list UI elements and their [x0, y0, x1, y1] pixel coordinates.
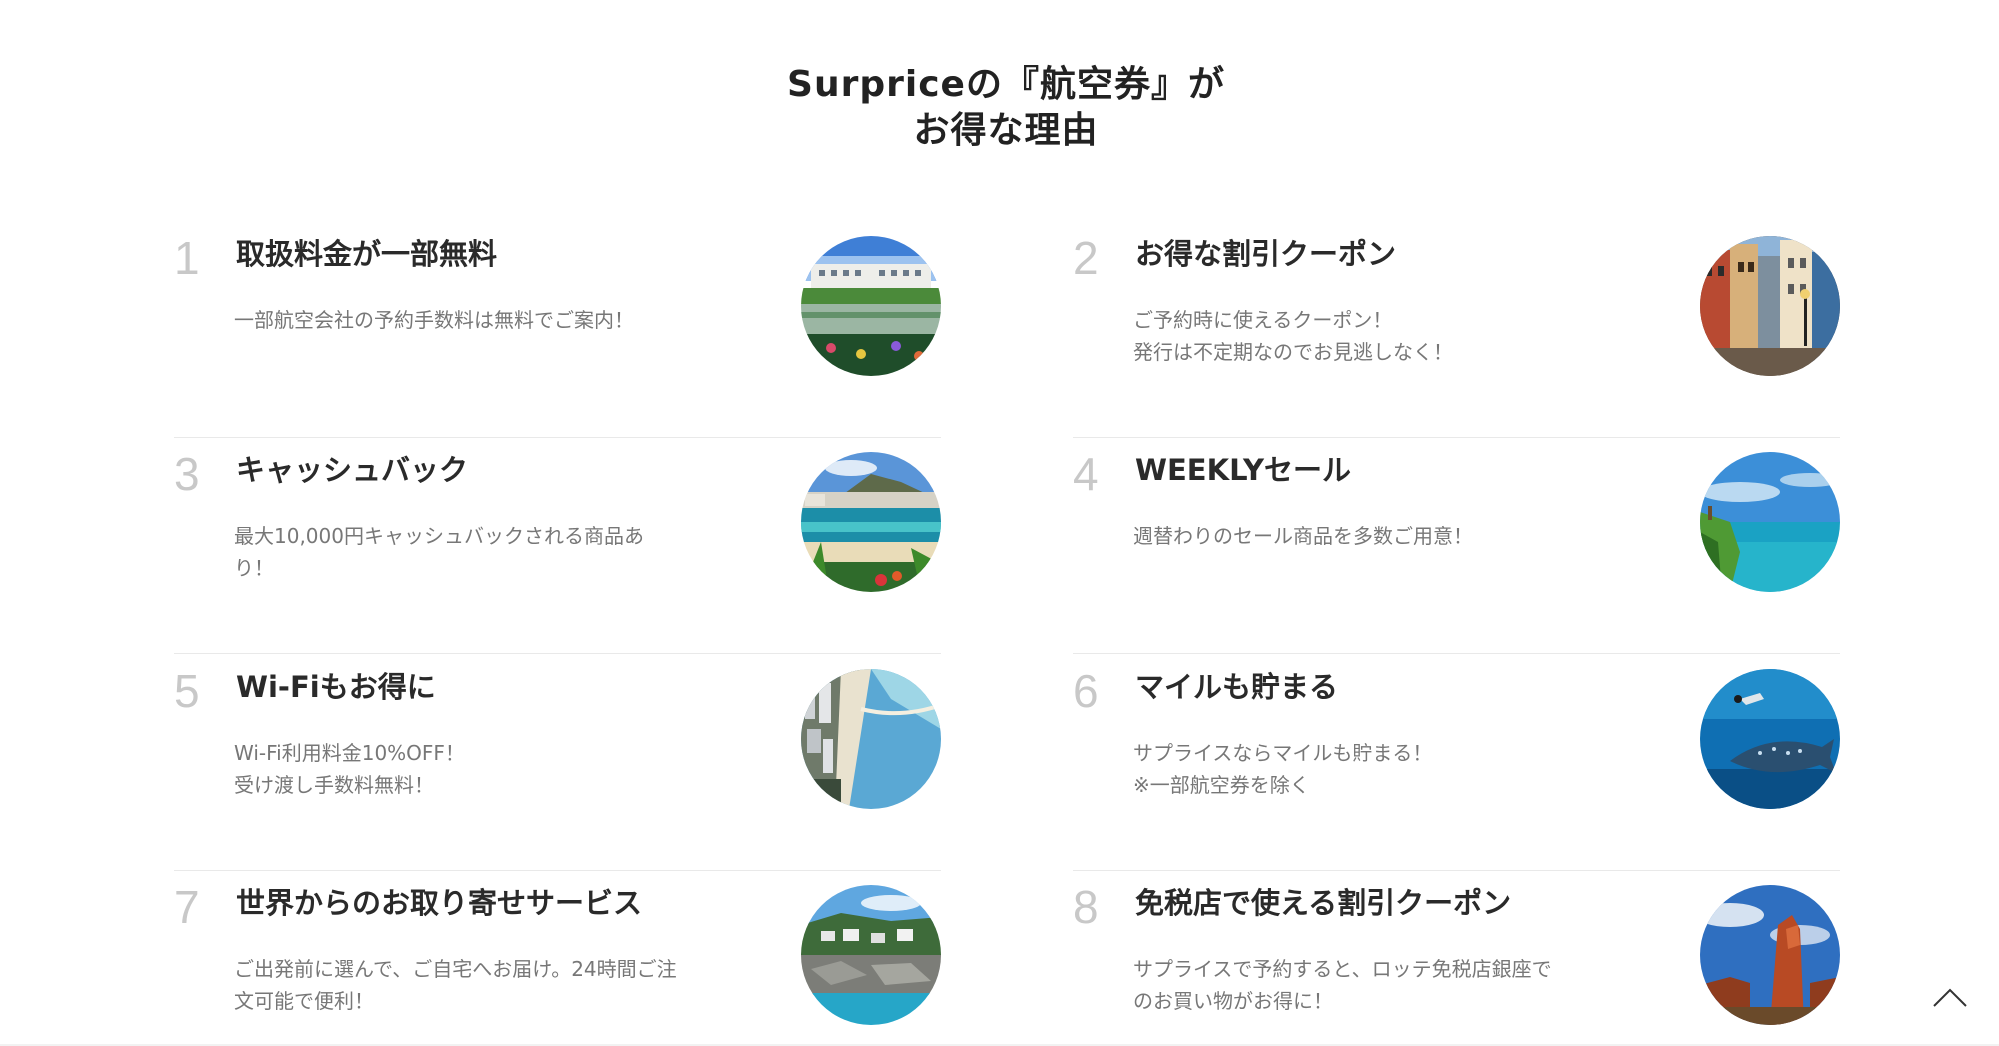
reason-description-line: 最大10,000円キャッシュバックされる商品あ — [234, 524, 644, 548]
reason-description: ご出発前に選んで、ご自宅へお届け。24時間ご注 文可能で便利！ — [234, 953, 694, 1017]
page: Surpriceの『航空券』が お得な理由 1 取扱料金が一部無料 一部航空会社… — [0, 0, 1999, 1046]
reason-description: サプライスで予約すると、ロッテ免税店銀座で のお買い物がお得に！ — [1133, 953, 1593, 1017]
reason-item-2: 2 お得な割引クーポン ご予約時に使えるクーポン！ 発行は不定期なのでお見逃しな… — [1073, 222, 1840, 438]
reason-title: WEEKLYセール — [1135, 453, 1352, 487]
reason-description-line: ※一部航空券を除く — [1133, 773, 1310, 797]
reason-item-7: 7 世界からのお取り寄せサービス ご出発前に選んで、ご自宅へお届け。24時間ご注… — [174, 871, 941, 1046]
reason-description-line: 受け渡し手数料無料！ — [234, 773, 434, 797]
whale-shark-photo — [1700, 669, 1840, 809]
cliff-ocean-photo — [1700, 452, 1840, 592]
old-town-street-photo — [1700, 236, 1840, 376]
reason-item-3: 3 キャッシュバック 最大10,000円キャッシュバックされる商品あ り！ — [174, 438, 941, 654]
reason-description-line: ご出発前に選んで、ご自宅へお届け。24時間ご注 — [234, 957, 677, 981]
reason-title: キャッシュバック — [236, 453, 469, 487]
section-heading-line-2: お得な理由 — [913, 110, 1099, 151]
reason-number: 7 — [174, 881, 200, 933]
rocky-coast-village-photo — [801, 885, 941, 1025]
reason-description: 週替わりのセール商品を多数ご用意！ — [1133, 520, 1593, 552]
reason-description: 最大10,000円キャッシュバックされる商品あ り！ — [234, 520, 694, 584]
reason-description-line: サプライスで予約すると、ロッテ免税店銀座で — [1133, 957, 1552, 981]
reason-description-line: サプライスならマイルも貯まる！ — [1133, 741, 1433, 765]
reason-title: マイルも貯まる — [1135, 670, 1339, 704]
reason-description: 一部航空会社の予約手数料は無料でご案内！ — [234, 304, 694, 336]
reason-number: 5 — [174, 665, 200, 717]
reason-number: 1 — [174, 232, 200, 284]
reason-description-line: 発行は不定期なのでお見逃しなく！ — [1133, 340, 1453, 364]
back-to-top-button[interactable] — [1930, 984, 1970, 1014]
reason-description-line: 一部航空会社の予約手数料は無料でご案内！ — [234, 308, 634, 332]
reason-description-line: のお買い物がお得に！ — [1133, 989, 1333, 1013]
coastal-city-photo — [801, 669, 941, 809]
reasons-grid: 1 取扱料金が一部無料 一部航空会社の予約手数料は無料でご案内！ 2 お得な割引… — [174, 222, 1840, 1046]
reason-title: Wi-Fiもお得に — [236, 670, 436, 704]
reason-number: 8 — [1073, 881, 1099, 933]
reason-number: 3 — [174, 448, 200, 500]
reason-description-line: Wi-Fi利用料金10%OFF！ — [234, 741, 465, 765]
item-divider — [1073, 653, 1840, 654]
reason-number: 6 — [1073, 665, 1099, 717]
reason-title: 世界からのお取り寄せサービス — [236, 886, 643, 920]
reason-description-line: ご予約時に使えるクーポン！ — [1133, 308, 1393, 332]
reason-title: 免税店で使える割引クーポン — [1135, 886, 1512, 920]
reason-title: 取扱料金が一部無料 — [236, 237, 498, 271]
reason-description-line: り！ — [234, 556, 274, 580]
reason-item-8: 8 免税店で使える割引クーポン サプライスで予約すると、ロッテ免税店銀座で のお… — [1073, 871, 1840, 1046]
reason-item-1: 1 取扱料金が一部無料 一部航空会社の予約手数料は無料でご案内！ — [174, 222, 941, 438]
tropical-beach-photo — [801, 452, 941, 592]
reason-item-4: 4 WEEKLYセール 週替わりのセール商品を多数ご用意！ — [1073, 438, 1840, 654]
section-heading-line-1: Surpriceの『航空券』が — [787, 64, 1225, 105]
item-divider — [174, 653, 941, 654]
reason-item-6: 6 マイルも貯まる サプライスならマイルも貯まる！ ※一部航空券を除く — [1073, 655, 1840, 871]
reason-title: お得な割引クーポン — [1135, 237, 1397, 271]
reason-description-line: 文可能で便利！ — [234, 989, 374, 1013]
red-rock-canyon-photo — [1700, 885, 1840, 1025]
reason-description: Wi-Fi利用料金10%OFF！ 受け渡し手数料無料！ — [234, 737, 694, 801]
palace-lake-photo — [801, 236, 941, 376]
reason-number: 4 — [1073, 448, 1099, 500]
section-heading: Surpriceの『航空券』が お得な理由 — [0, 62, 1999, 154]
reason-description: ご予約時に使えるクーポン！ 発行は不定期なのでお見逃しなく！ — [1133, 304, 1593, 368]
chevron-up-icon — [1933, 988, 1967, 1007]
reason-description: サプライスならマイルも貯まる！ ※一部航空券を除く — [1133, 737, 1593, 801]
reason-number: 2 — [1073, 232, 1099, 284]
reason-item-5: 5 Wi-Fiもお得に Wi-Fi利用料金10%OFF！ 受け渡し手数料無料！ — [174, 655, 941, 871]
reason-description-line: 週替わりのセール商品を多数ご用意！ — [1133, 524, 1473, 548]
